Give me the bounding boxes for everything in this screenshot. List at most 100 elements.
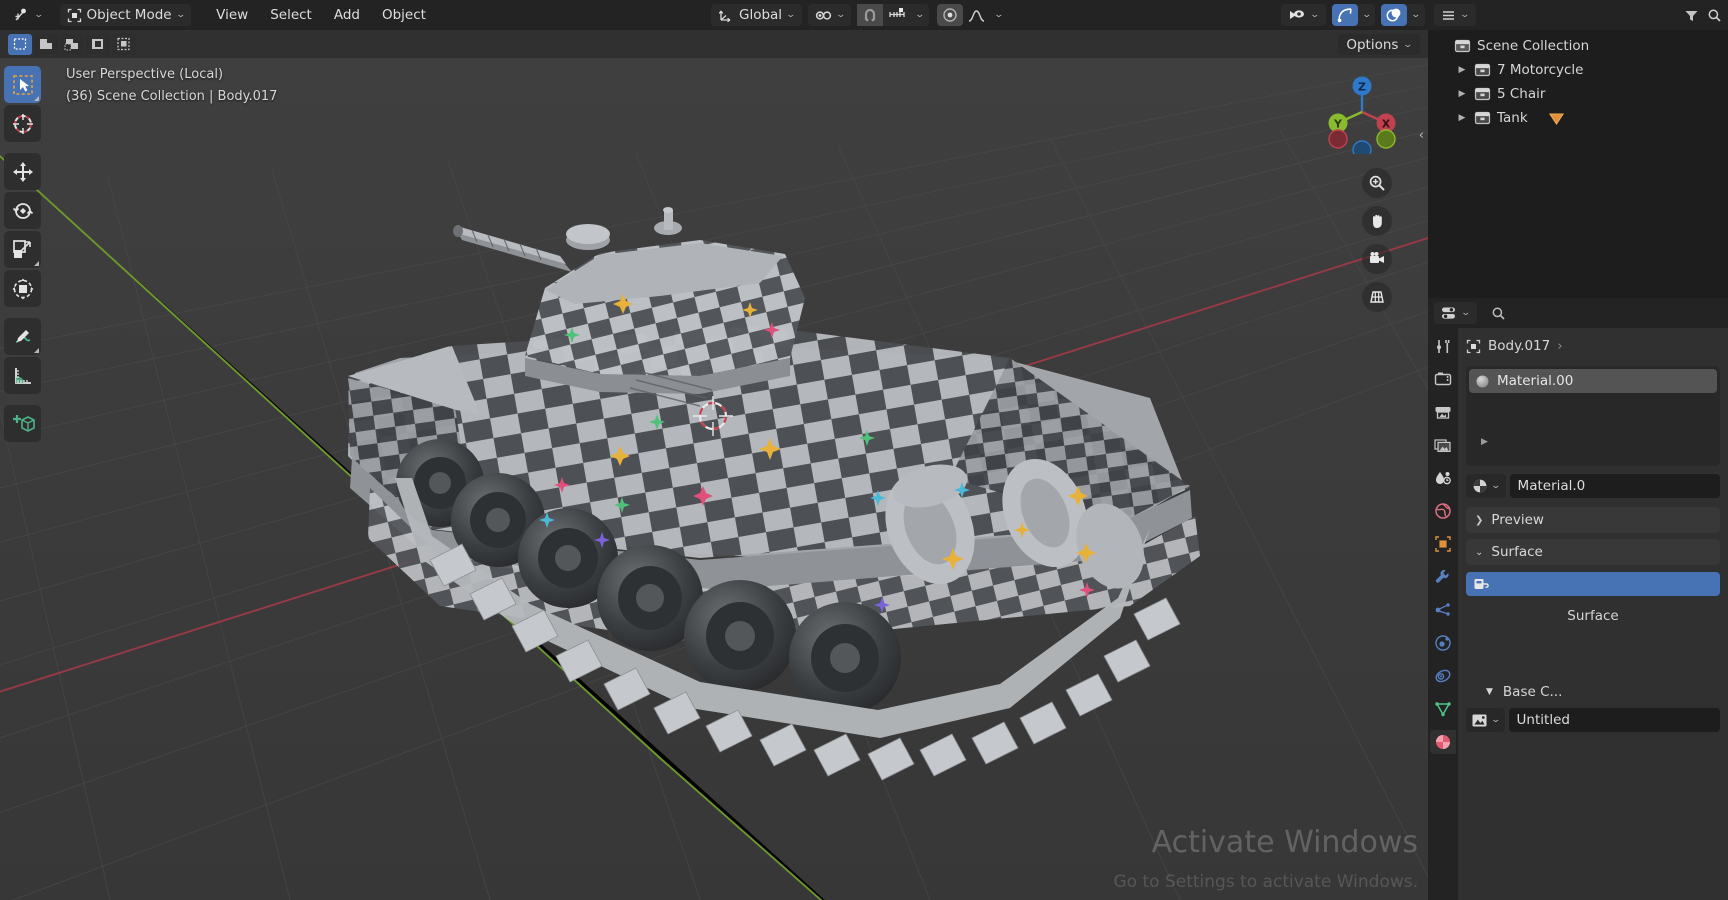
snap-dropdown[interactable]: ⌄ (911, 4, 929, 26)
falloff-curve-icon (968, 8, 985, 23)
camera-view-icon[interactable] (1362, 244, 1392, 274)
modifier-tab[interactable] (1430, 565, 1456, 589)
menu-add[interactable]: Add (323, 7, 371, 23)
transform-orientation-selector[interactable]: Global ⌄ (710, 4, 802, 26)
properties-content: Body.017 › Material.00 ▶ ⌄ Material.0 ❯ … (1458, 328, 1728, 900)
measure-tool[interactable] (4, 357, 41, 394)
rotate-tool[interactable] (4, 192, 41, 229)
material-list-expand[interactable]: ▶ (1469, 437, 1717, 447)
outliner-row-chair[interactable]: ▶ 5 Chair (1428, 82, 1728, 106)
expand-triangle-icon[interactable]: ▶ (1456, 113, 1468, 123)
chevron-down-icon: ⌄ (33, 10, 45, 20)
texture-name-field[interactable]: Untitled (1508, 708, 1720, 732)
pivot-point-selector[interactable]: ⌄ (807, 4, 852, 26)
properties-tab-column (1428, 328, 1458, 900)
properties-header: ⌄ (1428, 298, 1728, 328)
falloff-selector[interactable] (963, 4, 990, 26)
select-mode-invert[interactable] (86, 33, 110, 55)
breadcrumb-separator: › (1557, 338, 1563, 354)
menu-select[interactable]: Select (259, 7, 323, 23)
tweak-select-tool[interactable] (4, 66, 41, 103)
texture-browse-button[interactable]: ⌄ (1466, 708, 1505, 732)
gizmo-toggle[interactable] (1331, 4, 1358, 26)
3d-viewport[interactable]: User Perspective (Local) (36) Scene Coll… (0, 58, 1428, 900)
menu-object[interactable]: Object (371, 7, 437, 23)
options-label: Options (1346, 36, 1399, 53)
select-mode-extend[interactable] (34, 33, 58, 55)
snap-to-button[interactable] (883, 4, 911, 26)
surface-node-button[interactable] (1466, 572, 1720, 596)
snap-toggle-button[interactable] (857, 4, 884, 26)
overlays-dropdown[interactable]: ⌄ (1407, 4, 1425, 26)
material-slot-list[interactable]: Material.00 ▶ (1466, 366, 1720, 466)
outliner-display-mode-button[interactable]: ⌄ (1434, 4, 1476, 26)
output-tab[interactable] (1430, 400, 1456, 424)
expand-triangle-icon[interactable]: ▶ (1456, 89, 1468, 99)
scene-tab[interactable] (1430, 466, 1456, 490)
zoom-icon[interactable] (1362, 168, 1392, 198)
scale-tool[interactable] (4, 231, 41, 268)
view-layer-tab[interactable] (1430, 433, 1456, 457)
viewport-render (0, 58, 1428, 900)
select-mode-subtract[interactable] (60, 33, 84, 55)
menu-view[interactable]: View (205, 7, 259, 23)
properties-editor-type-button[interactable]: ⌄ (1434, 302, 1477, 324)
expand-triangle-icon[interactable]: ▶ (1456, 65, 1468, 75)
material-name-field[interactable]: Material.0 (1509, 474, 1720, 498)
options-button[interactable]: Options ⌄ (1338, 34, 1420, 55)
mode-label: Object Mode (86, 7, 172, 23)
gizmo-group: ⌄ (1331, 4, 1376, 26)
chevron-down-icon: ⌄ (1402, 39, 1414, 50)
chevron-down-icon: ⌄ (1309, 10, 1321, 20)
toggle-ortho-icon[interactable] (1362, 282, 1392, 312)
outliner-row-tank[interactable]: ▶ Tank (1428, 106, 1728, 130)
add-cube-tool[interactable] (4, 405, 41, 442)
chevron-right-icon: ❯ (1475, 514, 1484, 526)
viewport-sidebar-toggle[interactable]: ‹ (1419, 128, 1424, 143)
chevron-down-icon: ⌄ (175, 10, 186, 20)
physics-tab[interactable] (1430, 631, 1456, 655)
select-mode-group (8, 33, 136, 55)
data-tab[interactable] (1430, 697, 1456, 721)
overlays-toggle[interactable] (1381, 4, 1408, 26)
node-socket-icon (1473, 577, 1490, 592)
pan-hand-icon[interactable] (1362, 206, 1392, 236)
outliner-row-scene-collection[interactable]: Scene Collection (1428, 34, 1728, 58)
tool-tab[interactable] (1430, 334, 1456, 358)
object-visibility-icon (1288, 8, 1306, 23)
tool-expand-corner (34, 348, 39, 353)
chevron-down-icon: ⌄ (1460, 308, 1472, 318)
navigation-gizmo[interactable]: Z X Y (1320, 70, 1404, 154)
move-tool[interactable] (4, 153, 41, 190)
proportional-toggle[interactable] (936, 4, 963, 26)
outliner-row-motorcycle[interactable]: ▶ 7 Motorcycle (1428, 58, 1728, 82)
orientation-label: Global (738, 7, 783, 23)
editor-type-button[interactable]: ⌄ (6, 4, 50, 26)
mode-selector[interactable]: Object Mode ⌄ (59, 4, 192, 26)
chevron-down-icon: ⌄ (914, 10, 926, 20)
filter-icon[interactable] (1684, 8, 1699, 23)
particles-tab[interactable] (1430, 598, 1456, 622)
breadcrumb-object-label: Body.017 (1488, 338, 1551, 354)
falloff-dropdown[interactable]: ⌄ (990, 4, 1008, 26)
properties-search-input[interactable] (1484, 303, 1722, 323)
search-icon[interactable] (1707, 8, 1722, 23)
object-tab[interactable] (1430, 532, 1456, 556)
cursor-tool[interactable] (4, 105, 41, 142)
material-browse-button[interactable]: ⌄ (1466, 474, 1506, 498)
material-tab[interactable] (1430, 730, 1456, 754)
render-tab[interactable] (1430, 367, 1456, 391)
constraints-tab[interactable] (1430, 664, 1456, 688)
surface-panel-header[interactable]: ⌄ Surface (1466, 539, 1720, 565)
object-visibility-button[interactable]: ⌄ (1281, 4, 1326, 26)
preview-panel-header[interactable]: ❯ Preview (1466, 507, 1720, 533)
material-slot-row[interactable]: Material.00 (1469, 369, 1717, 393)
transform-tool[interactable] (4, 270, 41, 307)
gizmo-dropdown[interactable]: ⌄ (1358, 4, 1376, 26)
select-mode-intersect[interactable] (112, 33, 136, 55)
collection-icon (1474, 110, 1491, 126)
select-mode-set[interactable] (8, 33, 32, 55)
annotate-tool[interactable] (4, 318, 41, 355)
world-tab[interactable] (1430, 499, 1456, 523)
base-color-panel-header[interactable]: ▼ Base C... (1466, 684, 1720, 700)
